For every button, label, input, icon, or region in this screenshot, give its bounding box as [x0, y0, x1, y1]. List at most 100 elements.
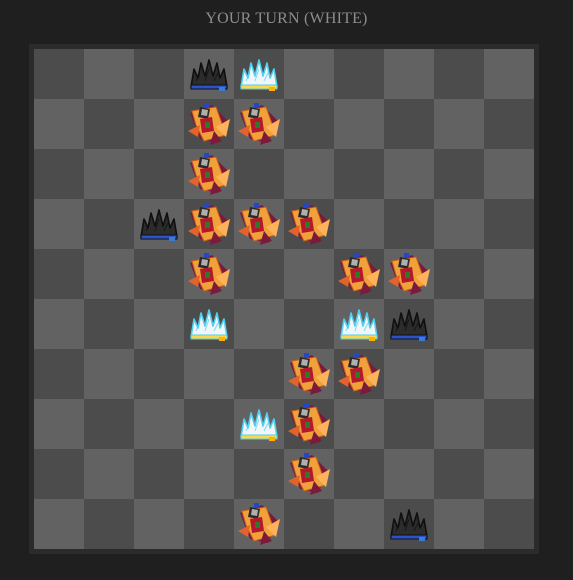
board-square[interactable] [34, 449, 84, 499]
board-square[interactable] [284, 49, 334, 99]
board-square[interactable] [434, 299, 484, 349]
board-square[interactable] [234, 199, 284, 249]
board-square[interactable] [84, 349, 134, 399]
board-square[interactable] [384, 149, 434, 199]
board-square[interactable] [434, 499, 484, 549]
board-square[interactable] [484, 499, 534, 549]
board-square[interactable] [134, 49, 184, 99]
board-square[interactable] [484, 249, 534, 299]
board-square[interactable] [434, 149, 484, 199]
board-square[interactable] [484, 449, 534, 499]
board-square[interactable] [234, 299, 284, 349]
board-square[interactable] [284, 249, 334, 299]
board-square[interactable] [134, 249, 184, 299]
board-square[interactable] [334, 149, 384, 199]
board-square[interactable] [134, 199, 184, 249]
board-square[interactable] [134, 149, 184, 199]
white-queen-icon[interactable] [336, 301, 382, 347]
board-square[interactable] [34, 299, 84, 349]
board-square[interactable] [184, 299, 234, 349]
board-square[interactable] [184, 249, 234, 299]
board-square[interactable] [434, 49, 484, 99]
board-square[interactable] [434, 399, 484, 449]
board-square[interactable] [484, 99, 534, 149]
board-square[interactable] [334, 49, 384, 99]
board-square[interactable] [484, 299, 534, 349]
board-square[interactable] [384, 299, 434, 349]
board-square[interactable] [234, 499, 284, 549]
board-square[interactable] [234, 49, 284, 99]
board-square[interactable] [34, 99, 84, 149]
board-square[interactable] [134, 99, 184, 149]
white-queen-icon[interactable] [186, 301, 232, 347]
board-square[interactable] [134, 399, 184, 449]
board-square[interactable] [134, 349, 184, 399]
board-square[interactable] [434, 449, 484, 499]
board-square[interactable] [284, 99, 334, 149]
board-square[interactable] [484, 149, 534, 199]
board-square[interactable] [284, 299, 334, 349]
board-square[interactable] [184, 99, 234, 149]
board-square[interactable] [434, 199, 484, 249]
board-square[interactable] [84, 49, 134, 99]
board-square[interactable] [384, 249, 434, 299]
board-square[interactable] [134, 299, 184, 349]
board-square[interactable] [34, 349, 84, 399]
board-square[interactable] [334, 249, 384, 299]
board-square[interactable] [84, 149, 134, 199]
white-queen-icon[interactable] [236, 401, 282, 447]
board-square[interactable] [184, 449, 234, 499]
board-square[interactable] [234, 99, 284, 149]
board-square[interactable] [134, 499, 184, 549]
board-square[interactable] [284, 149, 334, 199]
board-square[interactable] [234, 149, 284, 199]
board-square[interactable] [384, 399, 434, 449]
board-square[interactable] [434, 249, 484, 299]
board-square[interactable] [34, 199, 84, 249]
board-square[interactable] [84, 449, 134, 499]
board-square[interactable] [384, 349, 434, 399]
board-square[interactable] [234, 449, 284, 499]
board-square[interactable] [334, 399, 384, 449]
board-square[interactable] [34, 249, 84, 299]
board-square[interactable] [184, 49, 234, 99]
board-square[interactable] [34, 49, 84, 99]
board-square[interactable] [334, 99, 384, 149]
board-square[interactable] [284, 449, 334, 499]
board-square[interactable] [284, 499, 334, 549]
board-square[interactable] [184, 499, 234, 549]
board-square[interactable] [384, 49, 434, 99]
board-square[interactable] [384, 99, 434, 149]
board-square[interactable] [334, 449, 384, 499]
board-square[interactable] [484, 49, 534, 99]
board-square[interactable] [284, 199, 334, 249]
board-square[interactable] [334, 199, 384, 249]
board-square[interactable] [184, 199, 234, 249]
board-square[interactable] [34, 149, 84, 199]
board-square[interactable] [184, 149, 234, 199]
board-square[interactable] [184, 399, 234, 449]
board-square[interactable] [384, 449, 434, 499]
board-square[interactable] [484, 349, 534, 399]
board-square[interactable] [184, 349, 234, 399]
board-square[interactable] [484, 399, 534, 449]
board-square[interactable] [234, 349, 284, 399]
board-square[interactable] [84, 99, 134, 149]
board-square[interactable] [484, 199, 534, 249]
board-square[interactable] [234, 399, 284, 449]
board-square[interactable] [334, 349, 384, 399]
board-square[interactable] [34, 499, 84, 549]
board-square[interactable] [34, 399, 84, 449]
board-square[interactable] [284, 349, 334, 399]
board-square[interactable] [284, 399, 334, 449]
board-square[interactable] [84, 399, 134, 449]
board-square[interactable] [384, 199, 434, 249]
board-square[interactable] [84, 499, 134, 549]
board-square[interactable] [84, 249, 134, 299]
board-square[interactable] [84, 299, 134, 349]
board-square[interactable] [84, 199, 134, 249]
board-square[interactable] [384, 499, 434, 549]
board-square[interactable] [434, 99, 484, 149]
board-square[interactable] [334, 499, 384, 549]
board-square[interactable] [434, 349, 484, 399]
